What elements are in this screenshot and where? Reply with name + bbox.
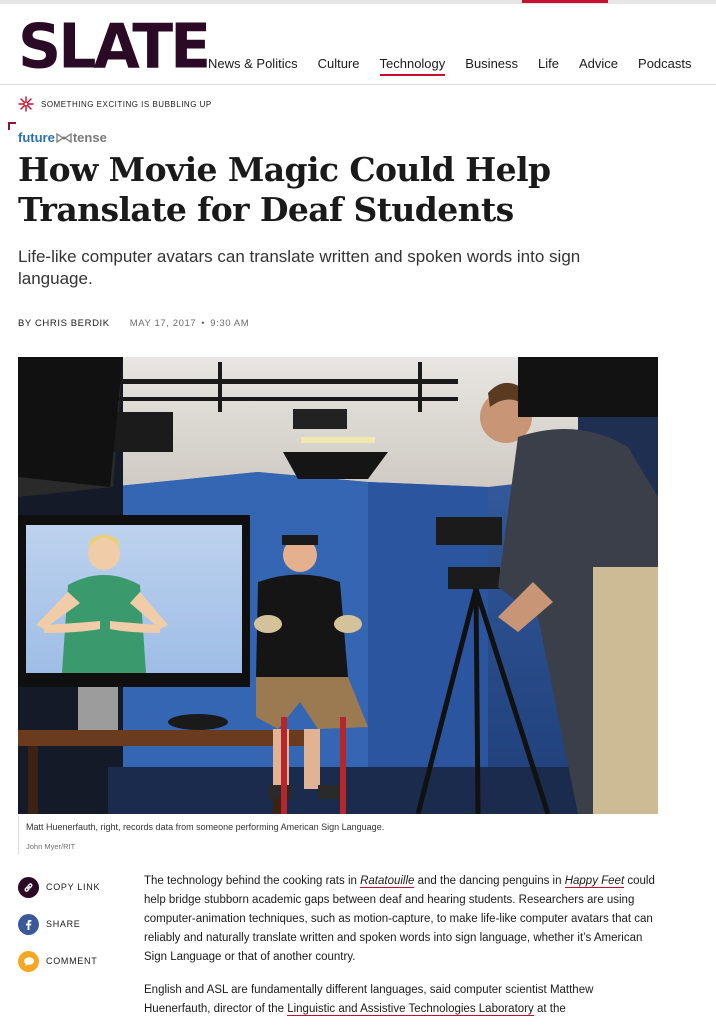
- nav-advice[interactable]: Advice: [579, 56, 618, 76]
- promo-banner[interactable]: SOMETHING EXCITING IS BUBBLING UP: [18, 96, 212, 112]
- studio-photo: [18, 357, 658, 814]
- byline-prefix: BY: [18, 318, 35, 329]
- link-icon: [18, 876, 39, 898]
- p2-text-2: at the: [533, 1003, 566, 1015]
- paragraph-1: The technology behind the cooking rats i…: [144, 872, 660, 967]
- p1-text-3: could help bridge stubborn academic gaps…: [144, 875, 655, 963]
- comment-button[interactable]: COMMENT: [18, 950, 100, 972]
- share-label: SHARE: [46, 919, 81, 929]
- promo-text: SOMETHING EXCITING IS BUBBLING UP: [41, 99, 212, 109]
- main-nav: News & Politics Culture Technology Busin…: [208, 56, 712, 76]
- happy-feet-link[interactable]: Happy Feet: [564, 875, 625, 888]
- kicker-tense: tense: [72, 130, 107, 145]
- nav-culture[interactable]: Culture: [318, 56, 360, 76]
- top-bar-accent: [522, 0, 608, 3]
- byline-separator: •: [201, 318, 206, 329]
- article-headline: How Movie Magic Could Help Translate for…: [18, 150, 551, 229]
- comment-label: COMMENT: [46, 956, 98, 966]
- byline: BY CHRIS BERDIK MAY 17, 2017 • 9:30 AM: [18, 318, 249, 329]
- publish-time: 9:30 AM: [210, 318, 250, 329]
- image-caption: Matt Huenerfauth, right, records data fr…: [26, 822, 385, 832]
- article-body: The technology behind the cooking rats i…: [144, 872, 660, 1033]
- bowtie-icon: [56, 132, 72, 143]
- publish-date: MAY 17, 2017: [129, 318, 197, 329]
- p1-text-1: The technology behind the cooking rats i…: [144, 875, 361, 887]
- copy-link-button[interactable]: COPY LINK: [18, 876, 100, 898]
- future-tense-kicker[interactable]: future tense: [18, 130, 107, 145]
- author-link[interactable]: CHRIS BERDIK: [35, 318, 110, 329]
- paragraph-2: English and ASL are fundamentally differ…: [144, 981, 660, 1019]
- image-credit: John Myer/RIT: [26, 842, 76, 851]
- share-facebook-button[interactable]: SHARE: [18, 913, 100, 935]
- nav-life[interactable]: Life: [538, 56, 559, 76]
- happy-feet-link-text: Happy Feet: [564, 875, 625, 887]
- caption-rule: [18, 816, 19, 854]
- ratatouille-link-text: Ratatouille: [360, 875, 415, 887]
- comment-icon: [18, 950, 39, 972]
- facebook-icon: [18, 913, 39, 935]
- hero-image: [18, 357, 658, 814]
- copy-link-label: COPY LINK: [46, 882, 101, 892]
- byline-author-block: BY CHRIS BERDIK: [18, 318, 110, 329]
- share-tools: COPY LINK SHARE COMMENT: [18, 876, 100, 987]
- site-header: SLATE News & Politics Culture Technology…: [0, 4, 716, 85]
- article-dek: Life-like computer avatars can translate…: [18, 247, 581, 288]
- slate-logo[interactable]: SLATE: [18, 16, 211, 77]
- p1-text-2: and the dancing penguins in: [414, 875, 565, 887]
- asterisk-burst-icon: [18, 96, 34, 112]
- nav-technology[interactable]: Technology: [379, 56, 446, 76]
- corner-mark: [8, 122, 16, 130]
- nav-business[interactable]: Business: [465, 56, 518, 76]
- ratatouille-link[interactable]: Ratatouille: [360, 875, 415, 888]
- nav-news-politics[interactable]: News & Politics: [208, 56, 298, 76]
- lat-lab-link[interactable]: Linguistic and Assistive Technologies La…: [287, 1003, 534, 1016]
- nav-podcasts[interactable]: Podcasts: [638, 56, 691, 76]
- kicker-future: future: [18, 130, 55, 145]
